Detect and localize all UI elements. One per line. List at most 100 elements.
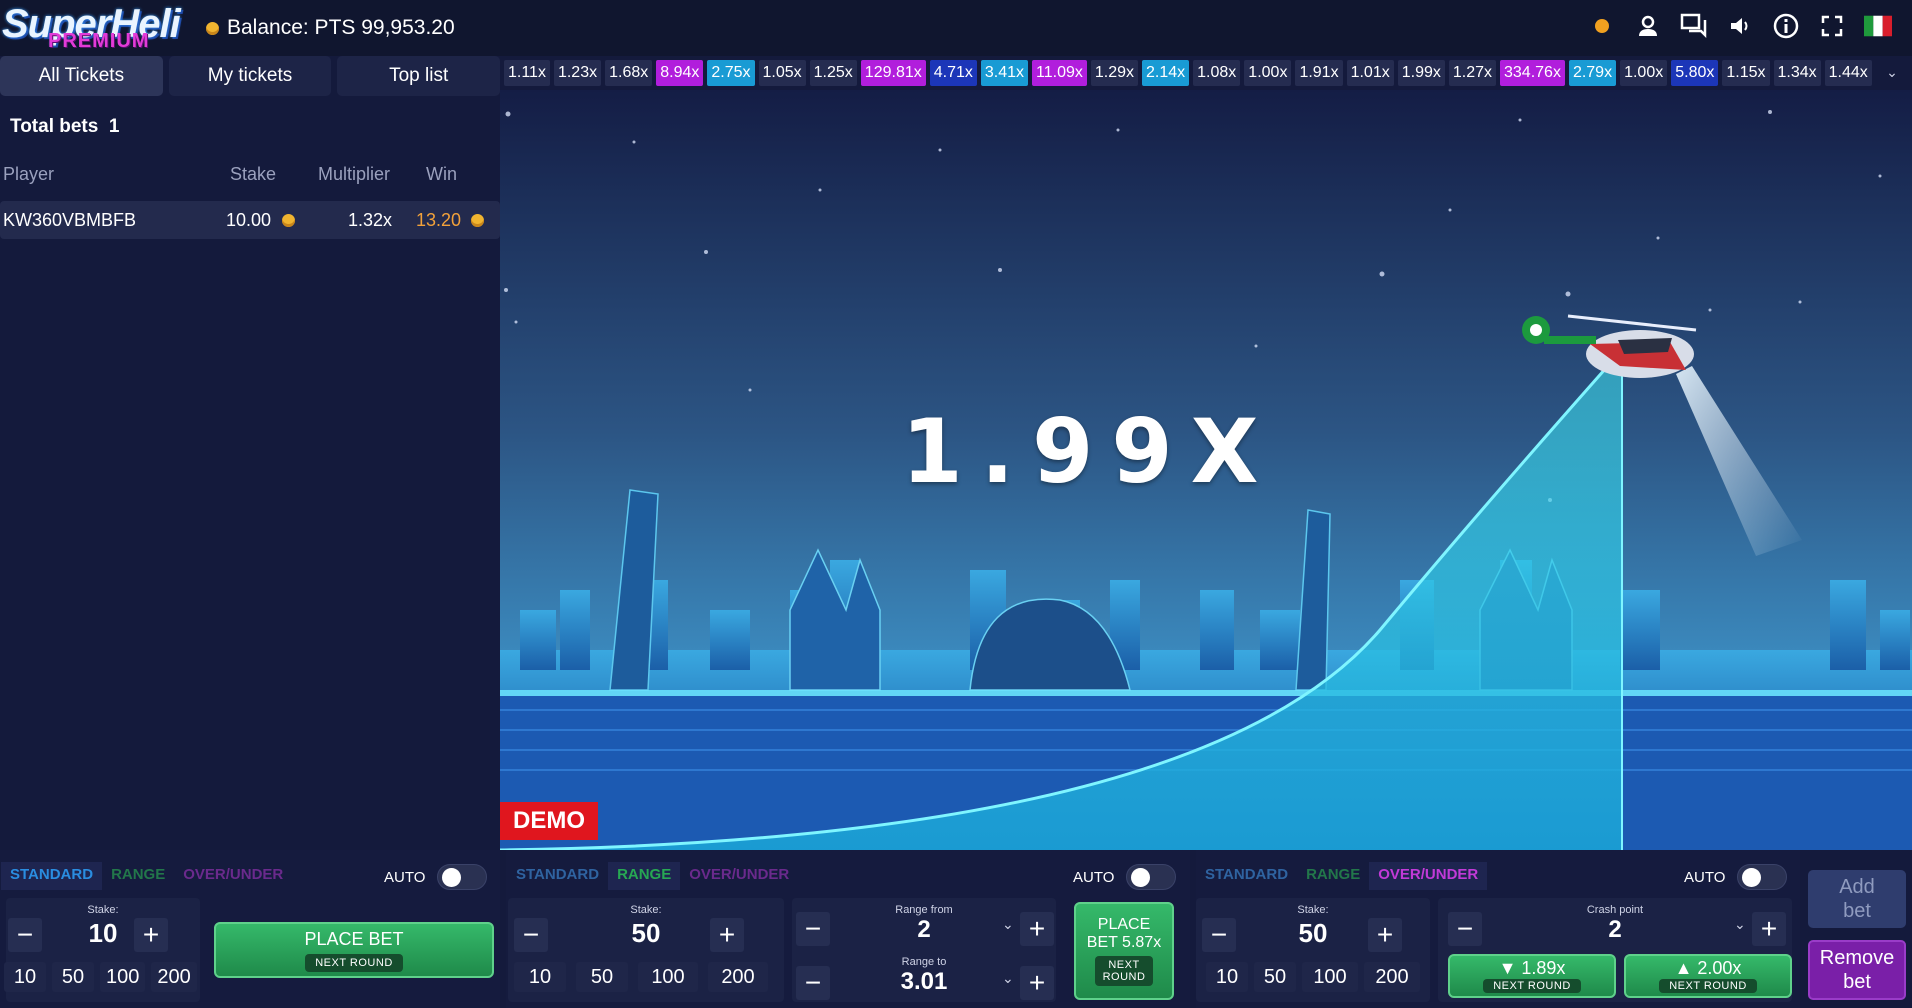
panel2-plus-button[interactable]: +	[710, 918, 744, 952]
next-label: NEXT	[1108, 959, 1140, 971]
quick-stake-10[interactable]: 10	[514, 962, 566, 992]
status-dot-icon	[1588, 12, 1616, 40]
quick-stake-200[interactable]: 200	[708, 962, 768, 992]
col-multiplier: Multiplier	[318, 164, 391, 184]
bet-panel-3: STANDARD RANGE OVER/UNDER AUTO Stake: 50…	[1196, 850, 1800, 1008]
panel1-auto-toggle[interactable]	[437, 864, 488, 890]
panel3-minus-button[interactable]: −	[1202, 918, 1236, 952]
panel3-tab-over-under[interactable]: OVER/UNDER	[1369, 862, 1488, 890]
history-chip: 1.08x	[1193, 60, 1241, 86]
history-chip: 129.81x	[860, 60, 926, 86]
add-bet-button[interactable]: Add bet	[1808, 870, 1906, 928]
panel1-place-bet-button[interactable]: PLACE BET NEXT ROUND	[214, 922, 494, 978]
quick-stake-50[interactable]: 50	[52, 962, 94, 992]
chat-icon[interactable]	[1680, 12, 1708, 40]
quick-stake-10[interactable]: 10	[4, 962, 46, 992]
total-bets: Total bets 1	[10, 116, 119, 138]
quick-stake-100[interactable]: 100	[1302, 962, 1358, 992]
crash-minus-button[interactable]: −	[1448, 912, 1482, 946]
auto-label: AUTO	[1073, 868, 1115, 886]
panel3-plus-button[interactable]: +	[1368, 918, 1402, 952]
crash-chevron-down-icon[interactable]: ⌄	[1734, 916, 1746, 933]
panel2-tab-range[interactable]: RANGE	[608, 862, 681, 890]
range-from-minus-button[interactable]: −	[796, 912, 830, 946]
quick-stake-200[interactable]: 200	[151, 962, 197, 992]
col-win: Win	[426, 164, 457, 184]
quick-stake-50[interactable]: 50	[1254, 962, 1296, 992]
info-icon[interactable]	[1772, 12, 1800, 40]
fullscreen-icon[interactable]	[1818, 12, 1846, 40]
logo-subtitle: PREMIUM	[48, 30, 150, 52]
tab-my-tickets[interactable]: My tickets	[168, 56, 332, 96]
history-chip: 1.29x	[1090, 60, 1139, 86]
panel3-tab-range[interactable]: RANGE	[1297, 862, 1369, 890]
user-icon[interactable]	[1634, 12, 1662, 40]
sound-icon[interactable]	[1726, 12, 1754, 40]
panel1-tab-standard[interactable]: STANDARD	[1, 862, 103, 890]
bets-table-header: Player Stake Multiplier Win	[0, 164, 500, 188]
panel1-auto: AUTO	[384, 864, 488, 890]
bet-label: bet	[1843, 900, 1871, 922]
quick-stake-50[interactable]: 50	[576, 962, 628, 992]
panel2-tab-standard[interactable]: STANDARD	[507, 862, 608, 890]
panel1-tab-range[interactable]: RANGE	[102, 862, 174, 890]
under-bet-button[interactable]: ▼ 1.89x NEXT ROUND	[1448, 954, 1616, 998]
range-from-plus-button[interactable]: +	[1020, 912, 1054, 946]
crash-plus-button[interactable]: +	[1752, 912, 1786, 946]
history-chip: 1.05x	[758, 60, 806, 86]
italy-flag-icon[interactable]	[1864, 12, 1892, 40]
range-to-chevron-down-icon[interactable]: ⌄	[1002, 970, 1014, 987]
superheli-logo: SuperHeli PREMIUM	[2, 2, 202, 54]
range-from-label: Range from	[895, 904, 953, 916]
panel2-tab-over-under[interactable]: OVER/UNDER	[680, 862, 798, 890]
up-arrow-icon: ▲	[1674, 958, 1698, 978]
panel1-tab-over-under[interactable]: OVER/UNDER	[174, 862, 292, 890]
history-chip: 3.41x	[980, 60, 1029, 86]
round-label: ROUND	[1102, 971, 1146, 983]
range-to-plus-button[interactable]: +	[1020, 966, 1054, 1000]
game-page: SuperHeli PREMIUM Balance: PTS 99,953.20	[0, 0, 1912, 1008]
row-player: KW360VBMBFB	[3, 210, 137, 230]
range-to-minus-button[interactable]: −	[796, 966, 830, 1000]
top-bar: SuperHeli PREMIUM Balance: PTS 99,953.20	[0, 0, 1912, 56]
quick-stake-10[interactable]: 10	[1206, 962, 1248, 992]
history-expand-chevron-icon[interactable]: ⌄	[1880, 60, 1904, 84]
history-chip: 5.80x	[1671, 60, 1719, 86]
demo-badge: DEMO	[500, 802, 598, 840]
range-to-value[interactable]: 3.01	[792, 968, 1056, 996]
range-from-value[interactable]: 2	[792, 916, 1056, 944]
stake-label: Stake:	[630, 904, 662, 916]
quick-stake-100[interactable]: 100	[100, 962, 146, 992]
history-chip: 11.09x	[1032, 60, 1087, 86]
balance-text: Balance: PTS 99,953.20	[227, 16, 455, 39]
tab-all-tickets[interactable]: All Tickets	[0, 56, 163, 96]
panel2-auto-toggle[interactable]	[1126, 864, 1177, 890]
history-chip: 1.00x	[1620, 60, 1668, 86]
panel1-minus-button[interactable]: −	[8, 918, 42, 952]
history-chip: 1.00x	[1244, 60, 1292, 86]
panel2-minus-button[interactable]: −	[514, 918, 548, 952]
panel1-tabs: STANDARD RANGE OVER/UNDER	[1, 862, 292, 890]
over-bet-button[interactable]: ▲ 2.00x NEXT ROUND	[1624, 954, 1792, 998]
tab-top-list[interactable]: Top list	[337, 56, 501, 96]
panel3-tab-standard[interactable]: STANDARD	[1196, 862, 1297, 890]
history-chip: 1.27x	[1448, 60, 1496, 86]
bets-tabs: All Tickets My tickets Top list	[0, 56, 501, 96]
panel1-plus-button[interactable]: +	[134, 918, 168, 952]
bet-label: bet	[1843, 971, 1871, 993]
under-odds: 1.89x	[1521, 958, 1566, 978]
quick-stake-100[interactable]: 100	[638, 962, 698, 992]
history-chip: 1.34x	[1773, 60, 1821, 86]
remove-bet-button[interactable]: Remove bet	[1808, 940, 1906, 1000]
history-chip: 1.99x	[1397, 60, 1445, 86]
next-round-label: NEXT ROUND	[1483, 979, 1581, 993]
panel3-auto-toggle[interactable]	[1737, 864, 1788, 890]
panel2-place-bet-button[interactable]: PLACE BET 5.87x NEXT ROUND	[1074, 902, 1174, 1000]
range-from-chevron-down-icon[interactable]: ⌄	[1002, 916, 1014, 933]
row-stake: 10.00	[226, 210, 272, 230]
quick-stake-200[interactable]: 200	[1364, 962, 1420, 992]
col-stake: Stake	[230, 164, 277, 184]
next-round-label: NEXT ROUND	[1094, 956, 1154, 986]
add-label: Add	[1839, 876, 1875, 898]
bet-odds-label: BET 5.87x	[1086, 934, 1162, 951]
